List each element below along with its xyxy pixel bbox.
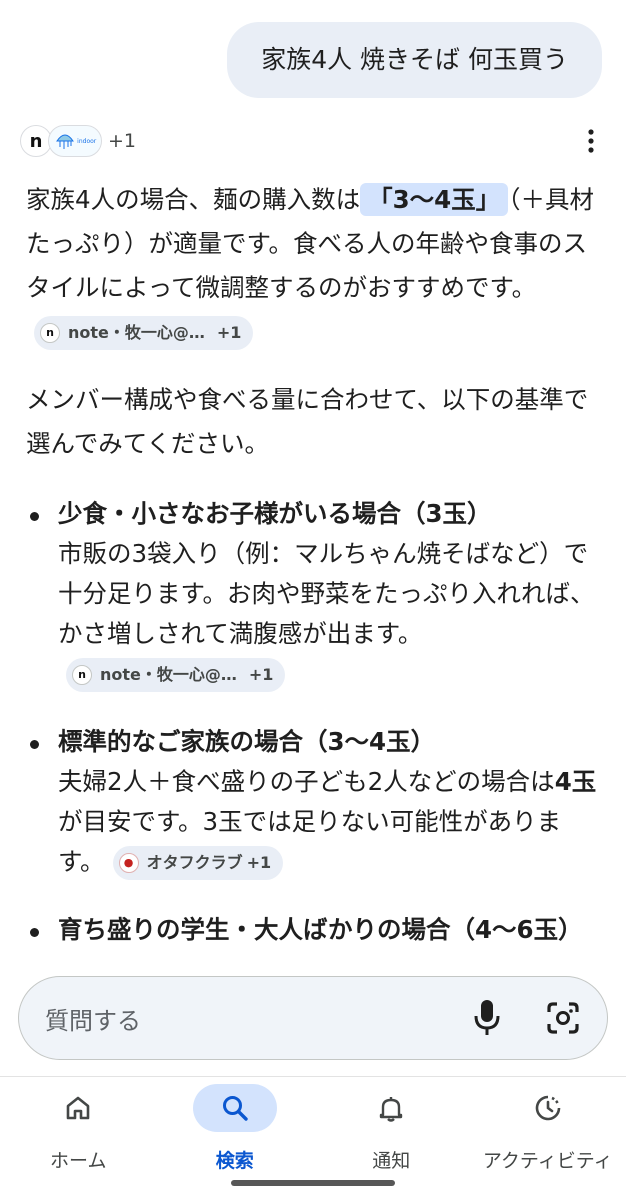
ask-input[interactable]: 質問する — [45, 1001, 473, 1036]
ask-input-bar[interactable]: 質問する — [18, 976, 608, 1060]
source-chip-label: note・牧一心@… — [100, 665, 237, 684]
source-chip[interactable]: n note・牧一心@… +1 — [34, 316, 254, 350]
source-chip-label: note・牧一心@… — [68, 323, 205, 342]
bullet-body-text: 夫婦2人＋食べ盛りの子ども2人などの場合は — [58, 767, 555, 796]
nav-divider — [0, 1076, 626, 1077]
source-logo-text: indoor — [77, 137, 97, 145]
nav-label: 通知 — [372, 1150, 411, 1172]
sources-more-count: +1 — [108, 130, 137, 152]
source-chip-plus: +1 — [216, 323, 242, 342]
bell-icon — [380, 1097, 403, 1122]
search-icon — [222, 1096, 248, 1121]
nav-label: アクティビティ — [482, 1150, 613, 1172]
note-icon: n — [40, 323, 60, 343]
intro-text: 家族4人の場合、麺の購入数は — [26, 185, 361, 214]
nav-item-notifications[interactable]: 通知 — [313, 1078, 470, 1188]
nav-label: ホーム — [50, 1150, 107, 1172]
mic-icon[interactable] — [473, 998, 501, 1038]
gesture-bar — [231, 1180, 395, 1186]
activity-icon — [535, 1095, 561, 1121]
answer-lead: メンバー構成や食べる量に合わせて、以下の基準で選んでみてください。 — [26, 385, 589, 458]
list-item: 少食・小さなお子様がいる場合（3玉） 市販の3袋入り（例：マルちゃん焼そばなど）… — [26, 494, 602, 694]
source-chip[interactable]: n note・牧一心@… +1 — [66, 658, 286, 692]
bullet-title: 少食・小さなお子様がいる場合（3玉） — [58, 499, 492, 528]
source-chip-plus: +1 — [248, 665, 274, 684]
source-chip[interactable]: ● オタフクラブ +1 — [112, 846, 284, 880]
nav-item-search[interactable]: 検索 — [157, 1078, 314, 1188]
home-icon — [66, 1096, 90, 1120]
bullet-body-bold: 4玉 — [554, 767, 597, 796]
answer-bullets: 少食・小さなお子様がいる場合（3玉） 市販の3袋入り（例：マルちゃん焼そばなど）… — [26, 494, 602, 950]
list-item: 育ち盛りの学生・大人ばかりの場合（4〜6玉） — [26, 910, 602, 950]
source-chip-label: オタフクラブ — [146, 853, 243, 872]
nav-item-activity[interactable]: アクティビティ — [470, 1078, 626, 1188]
query-bubble: 家族4人 焼きそば 何玉買う — [227, 22, 602, 98]
more-vert-icon[interactable] — [586, 128, 596, 154]
otafuku-icon: ● — [118, 853, 139, 873]
lens-camera-icon[interactable] — [545, 1000, 581, 1036]
sources-header[interactable]: n indoor +1 — [20, 124, 136, 158]
nav-label: 検索 — [215, 1150, 254, 1172]
query-text: 家族4人 焼きそば 何玉買う — [261, 45, 568, 74]
scroll-fade — [0, 950, 626, 974]
bullet-body: 市販の3袋入り（例：マルちゃん焼そばなど）で十分足ります。お肉や野菜をたっぷり入… — [58, 534, 602, 694]
indoor-jellyfish-icon: indoor — [48, 125, 102, 157]
ai-answer: 家族4人の場合、麺の購入数は 「3〜4玉」 （＋具材たっぷり）が適量です。食べる人の… — [26, 178, 602, 978]
nav-item-home[interactable]: ホーム — [0, 1078, 157, 1188]
list-item: 標準的なご家族の場合（3〜4玉） 夫婦2人＋食べ盛りの子ども2人などの場合は4玉… — [26, 722, 602, 882]
bullet-body-text: 市販の3袋入り（例：マルちゃん焼そばなど）で十分足ります。お肉や野菜をたっぷり入… — [58, 539, 595, 648]
note-icon: n — [72, 665, 92, 685]
bullet-title: 育ち盛りの学生・大人ばかりの場合（4〜6玉） — [58, 915, 583, 944]
answer-intro: 家族4人の場合、麺の購入数は 「3〜4玉」 （＋具材たっぷり）が適量です。食べる人の… — [26, 178, 602, 354]
bottom-nav: ホーム 検索 通知 アクティビティ — [0, 1078, 626, 1188]
bullet-body: 夫婦2人＋食べ盛りの子ども2人などの場合は4玉が目安です。3玉では足りない可能性… — [58, 762, 602, 882]
bullet-title: 標準的なご家族の場合（3〜4玉） — [58, 727, 436, 756]
highlight-answer: 「3〜4玉」 — [360, 183, 509, 216]
source-chip-plus: +1 — [246, 853, 272, 872]
